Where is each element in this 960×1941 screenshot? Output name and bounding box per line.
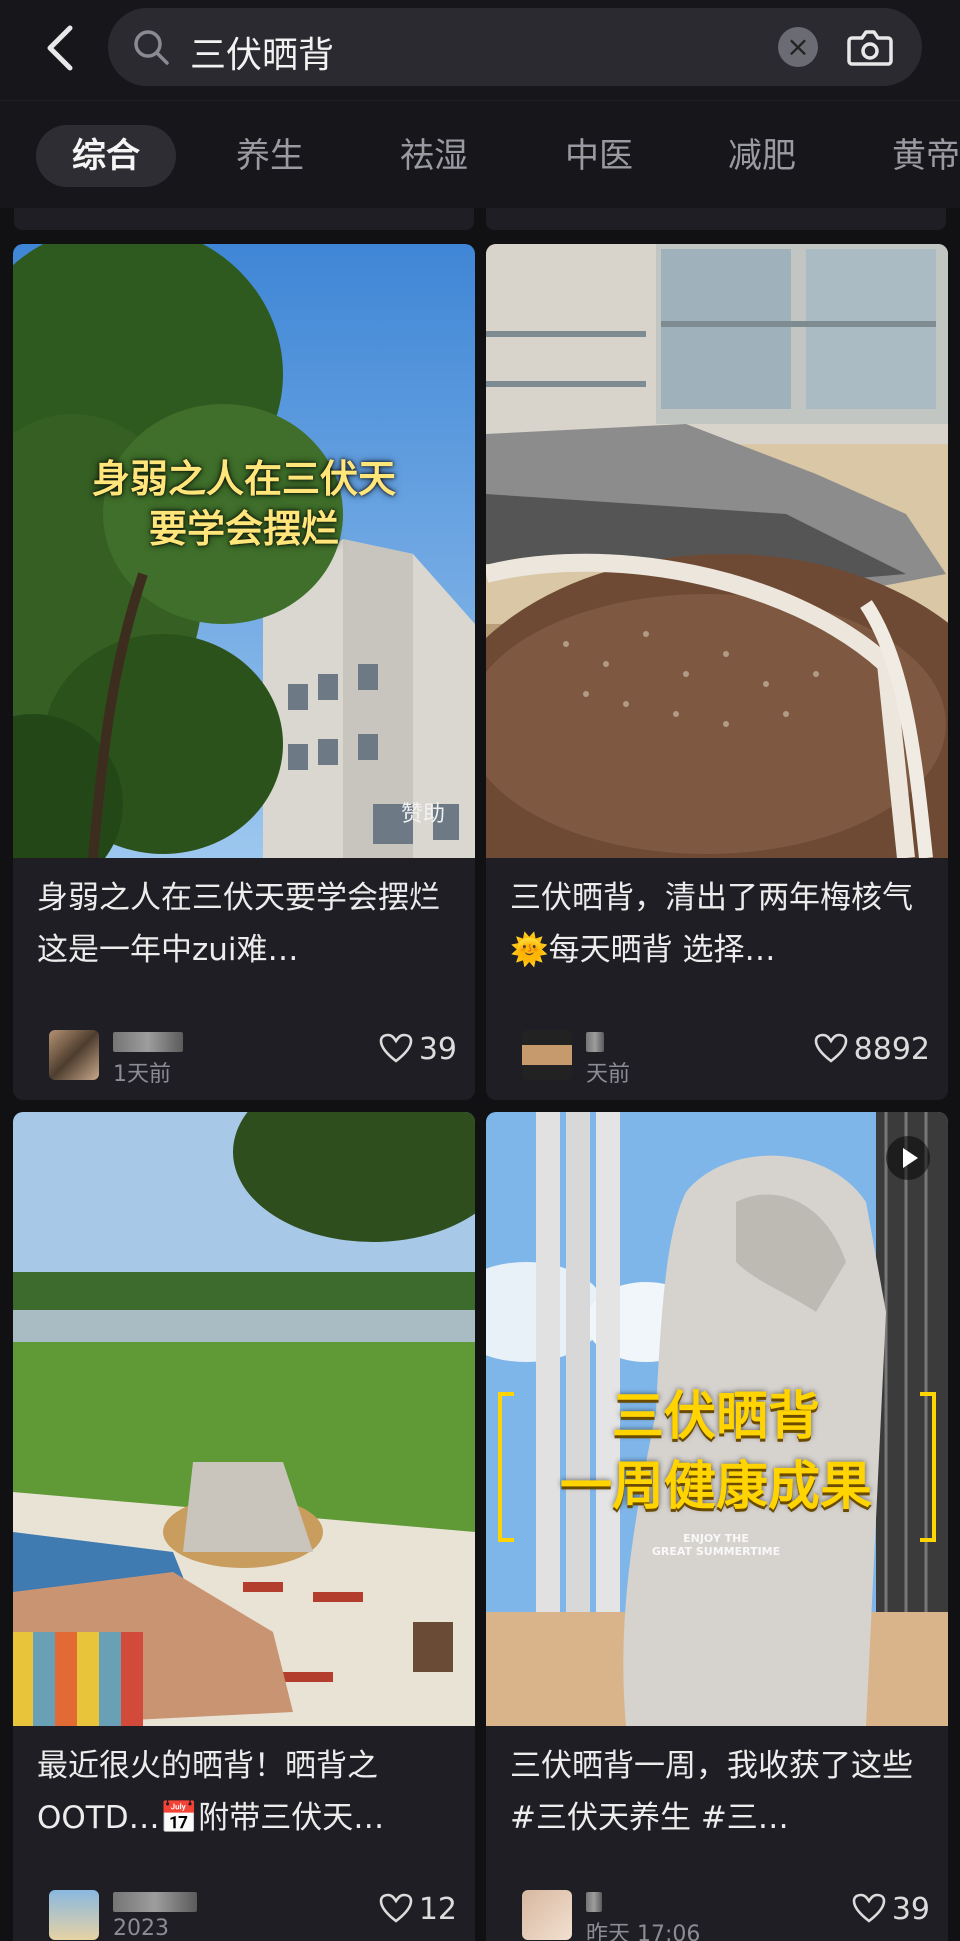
author-name-blurred[interactable] [586,1032,604,1052]
tab-jianfei[interactable]: 减肥 [728,125,796,187]
card-meta: 1天前 39 [37,1026,457,1087]
post-time: 1天前 [113,1062,171,1087]
heart-icon[interactable] [814,1033,848,1063]
tab-qushi[interactable]: 祛湿 [400,125,468,187]
like-count-value: 39 [418,1032,457,1067]
like-count-value: 8892 [853,1032,930,1067]
author-name-blurred[interactable] [113,1892,197,1912]
clear-icon[interactable]: × [778,27,818,67]
like-count[interactable]: 39 [379,1032,457,1067]
image-small-caption: ENJOY THE GREAT SUMMERTIME [651,1532,781,1558]
post-time: 2023 [113,1916,169,1941]
post-time: 昨天 17:06 [586,1922,701,1941]
card-title[interactable]: 身弱之人在三伏天要学会摆烂 这是一年中zui难… [37,872,457,976]
note-card[interactable]: 最近很火的晒背！晒背之OOTD…📅附带三伏天… 2023 12 [13,1112,475,1941]
image-caption: 身弱之人在三伏天 要学会摆烂 [91,457,396,551]
search-icon [134,30,169,65]
like-count[interactable]: 39 [852,1892,930,1927]
tab-yangsheng[interactable]: 养生 [236,125,304,187]
card-image [13,1112,475,1726]
like-count-value: 12 [418,1892,457,1927]
video-play-icon[interactable] [886,1136,930,1180]
back-arrow-icon[interactable] [40,22,80,74]
search-bar[interactable]: 三伏晒背 × [108,8,922,86]
heart-icon[interactable] [379,1893,413,1923]
avatar[interactable] [49,1030,99,1080]
card-image [486,244,948,858]
heart-icon[interactable] [852,1893,886,1923]
heart-icon[interactable] [379,1033,413,1063]
card-meta: 昨天 17:06 39 [510,1886,930,1941]
card-title[interactable]: 最近很火的晒背！晒背之OOTD…📅附带三伏天… [37,1740,457,1844]
tab-zonghe[interactable]: 综合 [36,125,176,187]
card-previous-bottom [14,208,474,230]
note-card[interactable]: 三伏晒背 一周健康成果 ENJOY THE GREAT SUMMERTIME 三伏晒… [486,1112,948,1941]
card-title[interactable]: 三伏晒背一周，我收获了这些 #三伏天养生 #三… [510,1740,930,1844]
like-count[interactable]: 8892 [814,1032,930,1067]
sponsored-label: 赞助 [400,802,445,827]
author-name-blurred[interactable] [113,1032,183,1052]
photo-back-sunbathing [486,244,948,858]
tab-huangdi[interactable]: 黄帝 [892,125,960,187]
card-image: 三伏晒背 一周健康成果 ENJOY THE GREAT SUMMERTIME [486,1112,948,1726]
note-card[interactable]: 三伏晒背，清出了两年梅核气 🌞每天晒背 选择… 天前 8892 [486,244,948,1100]
camera-icon[interactable] [846,24,894,70]
tab-zhongyi[interactable]: 中医 [565,125,633,187]
category-tabs: 综合 养生 祛湿 中医 减肥 黄帝 [0,100,960,208]
photo-lake-picnic [13,1112,475,1726]
search-input[interactable]: 三伏晒背 [190,26,334,78]
note-card[interactable]: 身弱之人在三伏天 要学会摆烂 赞助 身弱之人在三伏天要学会摆烂 这是一年中zui难… [13,244,475,1100]
card-image: 身弱之人在三伏天 要学会摆烂 赞助 [13,244,475,858]
post-time: 天前 [586,1062,631,1087]
like-count-value: 39 [891,1892,930,1927]
card-meta: 天前 8892 [510,1026,930,1087]
avatar[interactable] [522,1030,572,1080]
avatar[interactable] [49,1890,99,1940]
card-title[interactable]: 三伏晒背，清出了两年梅核气 🌞每天晒背 选择… [510,872,930,976]
like-count[interactable]: 12 [379,1892,457,1927]
card-previous-bottom [486,208,946,230]
author-name-blurred[interactable] [586,1892,602,1912]
avatar[interactable] [522,1890,572,1940]
image-caption: 三伏晒背 一周健康成果 [559,1387,872,1517]
top-bar: 三伏晒背 × [0,0,960,100]
card-meta: 2023 12 [37,1886,457,1941]
